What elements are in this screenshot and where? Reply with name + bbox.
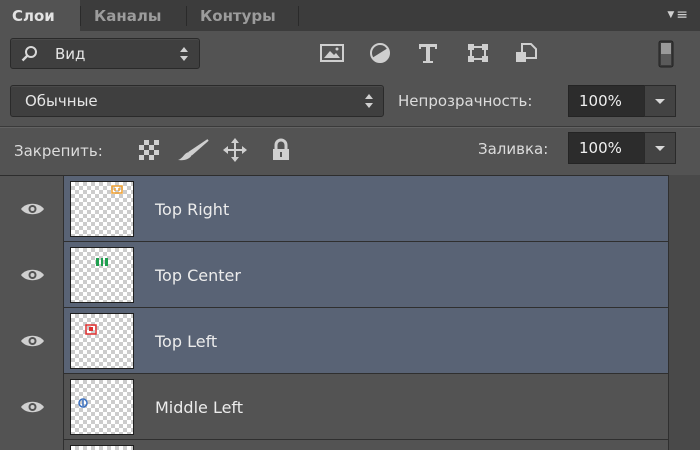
layer-name: Top Center	[155, 266, 241, 285]
search-icon	[21, 46, 37, 62]
visibility-toggle[interactable]	[0, 440, 64, 450]
opacity-label: Непрозрачность:	[398, 92, 533, 110]
divider	[0, 127, 700, 128]
layer-row-top-left[interactable]: Top Left	[0, 308, 668, 374]
lock-label: Закрепить:	[14, 142, 103, 160]
tab-separator	[186, 6, 187, 26]
type-filter-icon[interactable]	[416, 42, 440, 64]
eye-icon	[21, 335, 44, 347]
layer-thumbnail	[70, 379, 134, 435]
layer-name: Middle Left	[155, 398, 244, 417]
filter-kind-label: Вид	[55, 45, 86, 63]
opacity-input[interactable]: 100%	[568, 85, 645, 117]
eye-icon	[21, 401, 44, 413]
layer-content-marker-icon	[85, 324, 97, 335]
select-arrows-icon	[179, 47, 189, 61]
lock-image-pixels-icon[interactable]	[176, 138, 210, 162]
lock-transparent-pixels-icon[interactable]	[137, 138, 161, 162]
filter-toggle-icon[interactable]	[658, 40, 674, 68]
layer-name: Top Right	[155, 200, 230, 219]
layer-content-marker-icon	[96, 258, 108, 266]
blend-mode-label: Обычные	[25, 92, 98, 110]
layers-list: Top Right Top Center Top Left Middle Lef…	[0, 175, 700, 450]
fill-input[interactable]: 100%	[568, 132, 645, 164]
visibility-toggle[interactable]	[0, 242, 64, 308]
lock-all-icon[interactable]	[269, 138, 293, 162]
layer-name: Top Left	[155, 332, 218, 351]
tab-channels[interactable]: Каналы	[84, 0, 171, 31]
tab-layers[interactable]: Слои	[0, 0, 80, 32]
visibility-toggle[interactable]	[0, 308, 64, 374]
layers-scrollbar[interactable]	[668, 175, 700, 450]
panel-tab-bar: Слои Каналы Контуры ▼ ≡	[0, 0, 700, 32]
layer-thumbnail	[70, 313, 134, 369]
layer-thumbnail	[70, 247, 134, 303]
tab-separator	[298, 6, 299, 26]
eye-icon	[21, 269, 44, 281]
visibility-toggle[interactable]	[0, 374, 64, 440]
layer-content-marker-icon	[111, 185, 123, 194]
layer-row-top-right[interactable]: Top Right	[0, 176, 668, 242]
layer-thumbnail	[70, 445, 134, 450]
layer-row-top-center[interactable]: Top Center	[0, 242, 668, 308]
fill-dropdown-button[interactable]	[644, 132, 676, 164]
layer-content-marker-icon	[78, 398, 88, 408]
smart-object-filter-icon[interactable]	[514, 42, 538, 64]
layer-thumbnail	[70, 181, 134, 237]
image-filter-icon[interactable]	[320, 42, 344, 64]
tab-paths[interactable]: Контуры	[190, 0, 286, 31]
opacity-dropdown-button[interactable]	[644, 85, 676, 117]
eye-icon	[21, 203, 44, 215]
layer-row-partial[interactable]	[0, 440, 668, 450]
lock-position-icon[interactable]	[223, 138, 247, 162]
shape-filter-icon[interactable]	[466, 42, 490, 64]
layer-row-middle-left[interactable]: Middle Left	[0, 374, 668, 440]
select-arrows-icon	[364, 94, 374, 108]
filter-kind-select[interactable]: Вид	[10, 38, 200, 69]
panel-menu-icon[interactable]: ▼ ≡	[667, 8, 688, 24]
fill-label: Заливка:	[478, 140, 549, 158]
visibility-toggle[interactable]	[0, 176, 64, 242]
blend-mode-select[interactable]: Обычные	[10, 85, 384, 117]
adjustment-filter-icon[interactable]	[368, 42, 392, 64]
tab-separator	[80, 6, 81, 26]
